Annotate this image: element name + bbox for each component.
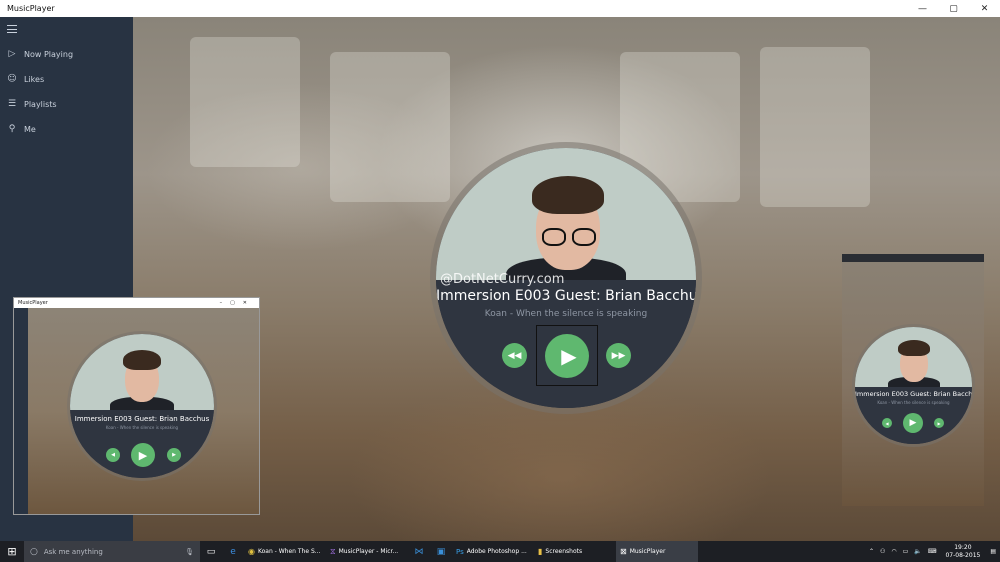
hamburger-menu-icon[interactable] bbox=[7, 25, 17, 33]
taskbar-app-musicplayer[interactable]: ⊠ MusicPlayer bbox=[616, 541, 698, 562]
window-title: MusicPlayer bbox=[7, 4, 55, 13]
sidebar-item-now-playing[interactable]: ▷ Now Playing bbox=[0, 43, 133, 65]
list-icon: ☰ bbox=[7, 99, 17, 109]
maximize-button[interactable]: ▢ bbox=[938, 0, 969, 17]
wifi-icon[interactable]: ◠ bbox=[888, 548, 899, 555]
mobile-next-button[interactable]: ▶ bbox=[934, 418, 944, 428]
mini-window-title: MusicPlayer bbox=[18, 300, 48, 306]
person-icon: ⚲ bbox=[8, 124, 16, 134]
sidebar-item-me[interactable]: ⚲ Me bbox=[0, 118, 133, 140]
watermark: @DotNetCurry.com bbox=[440, 272, 565, 287]
system-tray: ⌃ ⚇ ◠ ▭ 🔈 ⌨ 19:20 07-08-2015 ▤ bbox=[866, 541, 1000, 562]
clock-time: 19:20 bbox=[954, 543, 972, 551]
rewind-icon: ◀◀ bbox=[507, 350, 522, 361]
previous-button[interactable]: ◀◀ bbox=[502, 343, 527, 368]
close-button[interactable]: ✕ bbox=[969, 0, 1000, 17]
title-bar[interactable]: MusicPlayer — ▢ ✕ bbox=[0, 0, 1000, 17]
store-icon[interactable]: ▣ bbox=[430, 541, 452, 562]
taskbar-app-label: Koan - When The S... bbox=[257, 548, 321, 555]
mini-title-bar: MusicPlayer –▢✕ bbox=[14, 298, 259, 308]
rewind-icon: ◀ bbox=[111, 452, 115, 458]
mini-play-button[interactable]: ▶ bbox=[131, 443, 155, 467]
sidebar-item-label: Me bbox=[24, 124, 36, 134]
sidebar-item-label: Likes bbox=[24, 74, 45, 84]
smiley-icon: ☺ bbox=[7, 74, 17, 84]
taskbar: ⊞ ○ Ask me anything 🎙 ▭ e ◉ Koan - When … bbox=[0, 541, 1000, 562]
taskbar-app-chrome[interactable]: ◉ Koan - When The S... bbox=[244, 541, 326, 562]
next-button[interactable]: ▶▶ bbox=[606, 343, 631, 368]
clock[interactable]: 19:20 07-08-2015 bbox=[939, 544, 986, 560]
mobile-previous-button[interactable]: ◀ bbox=[882, 418, 892, 428]
musicplayer-icon: ⊠ bbox=[620, 547, 627, 556]
taskbar-app-label: Screenshots bbox=[545, 548, 583, 555]
cortana-search-box[interactable]: ○ Ask me anything 🎙 bbox=[24, 541, 200, 562]
chrome-icon: ◉ bbox=[248, 547, 255, 556]
mini-track-title: Immersion E003 Guest: Brian Bacchus bbox=[74, 415, 210, 423]
taskbar-app-label: Adobe Photoshop ... bbox=[466, 548, 527, 555]
keyboard-icon[interactable]: ⌨ bbox=[925, 548, 940, 555]
cortana-icon: ○ bbox=[30, 546, 38, 557]
rewind-icon: ◀ bbox=[885, 420, 889, 426]
album-art bbox=[436, 148, 696, 298]
notifications-icon[interactable]: ▤ bbox=[986, 548, 1000, 555]
taskbar-app-label: MusicPlayer bbox=[629, 548, 666, 555]
play-icon: ▶ bbox=[561, 344, 577, 368]
taskbar-app-explorer[interactable]: ▮ Screenshots bbox=[534, 541, 616, 562]
task-view-icon[interactable]: ▭ bbox=[200, 541, 222, 562]
mobile-play-button[interactable]: ▶ bbox=[903, 413, 923, 433]
mobile-status-bar bbox=[842, 254, 984, 262]
play-outline-icon: ▷ bbox=[8, 49, 16, 59]
play-button[interactable]: ▶ bbox=[545, 334, 589, 378]
mini-track-subtitle: Koan - When the silence is speaking bbox=[105, 425, 179, 430]
search-placeholder: Ask me anything bbox=[43, 547, 103, 556]
fast-forward-icon: ▶ bbox=[937, 420, 941, 426]
minimize-button[interactable]: — bbox=[907, 0, 938, 17]
edge-icon[interactable]: e bbox=[222, 541, 244, 562]
mini-next-button[interactable]: ▶ bbox=[167, 448, 181, 462]
sidebar-item-label: Playlists bbox=[24, 99, 57, 109]
chevron-up-icon[interactable]: ⌃ bbox=[866, 548, 877, 555]
sidebar-item-playlists[interactable]: ☰ Playlists bbox=[0, 93, 133, 115]
taskbar-app-photoshop[interactable]: Ps Adobe Photoshop ... bbox=[452, 541, 534, 562]
mini-sidebar bbox=[14, 308, 28, 514]
vscode-icon[interactable]: ⋈ bbox=[408, 541, 430, 562]
sidebar-item-likes[interactable]: ☺ Likes bbox=[0, 68, 133, 90]
visual-studio-icon: ⧖ bbox=[330, 546, 336, 556]
mobile-track-subtitle: Koan - When the silence is speaking bbox=[877, 400, 950, 405]
mini-window-desktop: MusicPlayer –▢✕ Immersion E003 Guest: Br… bbox=[13, 297, 260, 515]
mobile-track-title: Immersion E003 Guest: Brian Bacchus bbox=[855, 390, 972, 398]
taskbar-app-visual-studio[interactable]: ⧖ MusicPlayer - Micr... bbox=[326, 541, 408, 562]
clock-date: 07-08-2015 bbox=[945, 551, 981, 559]
app-window: MusicPlayer — ▢ ✕ ▷ Now Playing ☺ Likes … bbox=[0, 0, 1000, 541]
play-icon: ▶ bbox=[909, 418, 917, 428]
track-subtitle: Koan - When the silence is speaking bbox=[484, 309, 648, 319]
fast-forward-icon: ▶▶ bbox=[611, 350, 626, 361]
sidebar-item-label: Now Playing bbox=[24, 49, 74, 59]
volume-icon[interactable]: 🔈 bbox=[911, 548, 924, 555]
track-title: Immersion E003 Guest: Brian Bacchus bbox=[436, 288, 696, 304]
play-icon: ▶ bbox=[138, 448, 148, 462]
network-icon[interactable]: ⚇ bbox=[877, 548, 888, 555]
windows-start-icon[interactable]: ⊞ bbox=[0, 541, 24, 562]
battery-icon[interactable]: ▭ bbox=[900, 548, 912, 555]
folder-icon: ▮ bbox=[538, 547, 543, 556]
photoshop-icon: Ps bbox=[456, 547, 464, 556]
microphone-icon[interactable]: 🎙 bbox=[185, 548, 194, 556]
mini-window-controls-icon: –▢✕ bbox=[219, 300, 255, 306]
mini-window-mobile: Immersion E003 Guest: Brian Bacchus Koan… bbox=[842, 254, 984, 506]
taskbar-app-label: MusicPlayer - Micr... bbox=[338, 548, 399, 555]
mini-previous-button[interactable]: ◀ bbox=[106, 448, 120, 462]
fast-forward-icon: ▶ bbox=[172, 452, 176, 458]
